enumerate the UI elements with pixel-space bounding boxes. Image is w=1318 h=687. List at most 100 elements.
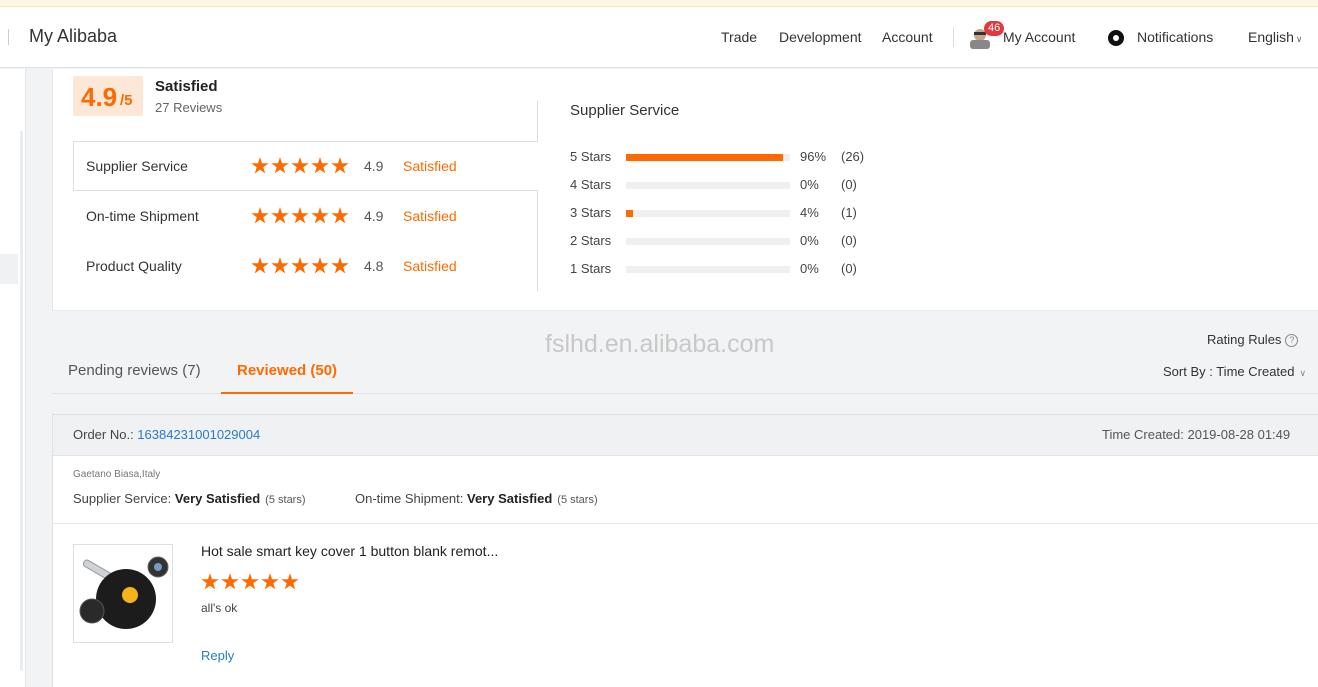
star-level-label: 5 Stars bbox=[570, 149, 612, 164]
distribution-bar-fill bbox=[626, 210, 633, 217]
star-icon bbox=[331, 157, 349, 174]
star-icon bbox=[201, 573, 219, 590]
rating-row-label: Product Quality bbox=[86, 258, 182, 274]
rating-rules-link[interactable]: Rating Rules? bbox=[1207, 332, 1299, 347]
star-distribution-row: 5 Stars 96% (26) bbox=[570, 149, 890, 165]
car-key-image bbox=[79, 556, 169, 629]
rating-rules-label: Rating Rules bbox=[1207, 332, 1282, 347]
star-level-label: 4 Stars bbox=[570, 177, 612, 192]
shipment-stars: (5 stars) bbox=[557, 494, 598, 506]
product-title-link[interactable]: Hot sale smart key cover 1 button blank … bbox=[201, 543, 498, 559]
sort-dropdown[interactable]: Sort By : Time Created ∨ bbox=[1163, 364, 1306, 379]
star-icon bbox=[251, 157, 269, 174]
rating-row-level: Satisfied bbox=[403, 208, 457, 224]
star-icon bbox=[221, 573, 239, 590]
tab-pending-reviews[interactable]: Pending reviews (7) bbox=[68, 362, 201, 379]
rating-row-level: Satisfied bbox=[403, 158, 457, 174]
distribution-bar bbox=[626, 238, 790, 245]
nav-account[interactable]: Account bbox=[882, 29, 933, 45]
watermark: fslhd.en.alibaba.com bbox=[545, 330, 775, 358]
left-sidebar bbox=[0, 69, 26, 687]
star-icon bbox=[271, 257, 289, 274]
header-divider bbox=[8, 29, 9, 45]
distribution-count: (0) bbox=[841, 233, 857, 248]
distribution-percent: 4% bbox=[800, 205, 819, 220]
top-notice-strip bbox=[0, 0, 1318, 7]
distribution-count: (26) bbox=[841, 149, 865, 164]
help-icon: ? bbox=[1285, 334, 1299, 347]
chevron-down-icon: ∨ bbox=[1295, 34, 1303, 44]
nav-development[interactable]: Development bbox=[779, 29, 862, 45]
order-time-created: Time Created: 2019-08-28 01:49 bbox=[1102, 427, 1291, 442]
language-selector[interactable]: English ∨ bbox=[1248, 29, 1303, 45]
notifications-link[interactable]: Notifications bbox=[1137, 29, 1213, 45]
distribution-count: (0) bbox=[841, 177, 857, 192]
star-icon bbox=[291, 207, 309, 224]
rating-row-label: Supplier Service bbox=[86, 158, 188, 174]
distribution-bar bbox=[626, 210, 790, 217]
reply-link[interactable]: Reply bbox=[201, 648, 234, 663]
star-distribution-row: 1 Stars 0% (0) bbox=[570, 261, 890, 277]
sidebar-scrollbar[interactable] bbox=[20, 131, 23, 671]
order-number-label: Order No.: bbox=[73, 427, 138, 442]
brand-title[interactable]: My Alibaba bbox=[29, 26, 117, 47]
distribution-percent: 0% bbox=[800, 233, 819, 248]
supplier-service-label: Supplier Service: bbox=[73, 491, 175, 506]
rating-row-score: 4.9 bbox=[364, 208, 384, 224]
order-number-link[interactable]: 16384231001029004 bbox=[137, 427, 260, 442]
overall-level: Satisfied bbox=[155, 78, 218, 95]
star-icon bbox=[251, 207, 269, 224]
distribution-percent: 0% bbox=[800, 177, 819, 192]
star-icon bbox=[331, 257, 349, 274]
supplier-service-stars: (5 stars) bbox=[265, 494, 306, 506]
distribution-bar bbox=[626, 266, 790, 273]
sort-label: Sort By : Time Created bbox=[1163, 364, 1295, 379]
active-tab-indicator bbox=[221, 392, 353, 394]
shipment-rating: On-time Shipment: Very Satisfied (5 stars… bbox=[355, 491, 598, 506]
divider bbox=[53, 523, 1318, 524]
sidebar-item[interactable] bbox=[0, 254, 18, 284]
distribution-percent: 96% bbox=[800, 149, 827, 164]
nav-divider bbox=[953, 27, 954, 47]
order-number: Order No.: 16384231001029004 bbox=[73, 427, 260, 442]
rating-row-label: On-time Shipment bbox=[86, 208, 199, 224]
review-count: 27 Reviews bbox=[155, 100, 223, 115]
star-icon bbox=[291, 157, 309, 174]
rating-stars bbox=[251, 157, 349, 175]
overall-score-suffix: /5 bbox=[120, 92, 133, 109]
star-icon bbox=[261, 573, 279, 590]
star-icon bbox=[271, 207, 289, 224]
rating-stars bbox=[251, 207, 349, 225]
buyer-name: Gaetano Biasa,Italy bbox=[73, 469, 161, 480]
distribution-bar-fill bbox=[626, 154, 784, 161]
top-header: My Alibaba Trade Development Account 46 … bbox=[0, 7, 1318, 68]
star-icon bbox=[311, 157, 329, 174]
star-icon bbox=[311, 207, 329, 224]
language-label: English bbox=[1248, 29, 1294, 45]
product-rating-stars bbox=[201, 573, 299, 591]
panel-divider bbox=[537, 100, 538, 292]
rating-stars bbox=[251, 257, 349, 275]
my-account-link[interactable]: My Account bbox=[1003, 29, 1075, 45]
shipment-label: On-time Shipment: bbox=[355, 491, 467, 506]
star-icon bbox=[251, 257, 269, 274]
star-icon bbox=[311, 257, 329, 274]
nav-trade[interactable]: Trade bbox=[721, 29, 757, 45]
notification-bell-icon[interactable] bbox=[1108, 30, 1124, 46]
star-distribution-row: 3 Stars 4% (1) bbox=[570, 205, 890, 221]
message-count-badge: 46 bbox=[984, 21, 1005, 36]
star-icon bbox=[271, 157, 289, 174]
product-thumbnail[interactable] bbox=[73, 544, 173, 643]
supplier-service-value: Very Satisfied bbox=[174, 491, 261, 506]
distribution-count: (1) bbox=[841, 205, 857, 220]
tab-reviewed[interactable]: Reviewed (50) bbox=[237, 362, 337, 379]
distribution-count: (0) bbox=[841, 261, 857, 276]
distribution-percent: 0% bbox=[800, 261, 819, 276]
star-level-label: 3 Stars bbox=[570, 205, 612, 220]
star-icon bbox=[331, 207, 349, 224]
overall-score-box: 4.9 /5 bbox=[73, 76, 143, 116]
distribution-title: Supplier Service bbox=[570, 102, 680, 119]
star-icon bbox=[281, 573, 299, 590]
distribution-bar bbox=[626, 182, 790, 189]
distribution-bar bbox=[626, 154, 790, 161]
